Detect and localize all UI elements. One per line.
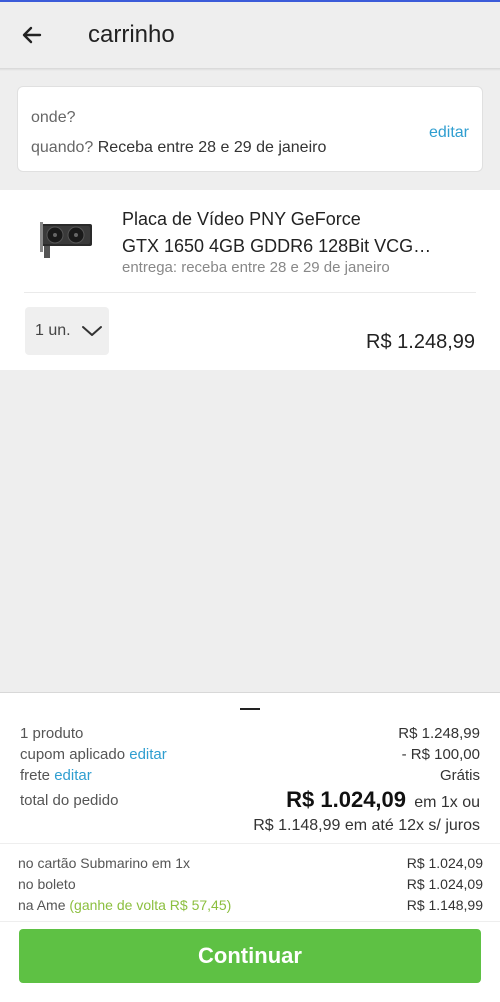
payment-option-label: no cartão Submarino em 1x [18, 855, 190, 871]
summary-coupon-label: cupom aplicado [20, 746, 126, 763]
quantity-label: 1 un. [35, 322, 71, 339]
header-shadow [0, 68, 500, 71]
page-title: carrinho [88, 21, 175, 48]
order-summary-panel: 1 produto R$ 1.248,99 cupom aplicado edi… [0, 692, 500, 1002]
product-price: R$ 1.248,99 [366, 331, 475, 353]
payment-option-row: no boleto R$ 1.024,09 [18, 876, 483, 892]
summary-products-label: 1 produto [20, 725, 84, 742]
delivery-when-label: quando? [31, 139, 94, 156]
summary-total-group: R$ 1.024,09 em 1x ou [286, 787, 480, 813]
summary-shipping-value: Grátis [439, 767, 480, 784]
payment-option-label: no boleto [18, 876, 76, 892]
quantity-dropdown[interactable]: 1 un. [25, 307, 109, 355]
delivery-when-value: Receba entre 28 e 29 de janeiro [97, 139, 327, 156]
summary-total-label: total do pedido [20, 792, 119, 809]
payment-option-value: R$ 1.148,99 [406, 897, 483, 913]
summary-divider [0, 843, 500, 844]
bottom-divider [0, 921, 500, 922]
product-name[interactable]: Placa de Vídeo PNY GeForce GTX 1650 4GB … [122, 206, 462, 260]
summary-shipping-label: frete [20, 767, 51, 784]
product-name-line1: Placa de Vídeo PNY GeForce [122, 209, 361, 229]
continue-button[interactable]: Continuar [19, 929, 481, 983]
delivery-edit-link[interactable]: editar [429, 124, 469, 142]
summary-coupon-row: cupom aplicado editar - R$ 100,00 [20, 746, 480, 763]
summary-shipping-row: frete editar Grátis [20, 767, 480, 784]
product-name-line2: GTX 1650 4GB GDDR6 128Bit VCG… [122, 236, 432, 256]
payment-option-value: R$ 1.024,09 [406, 876, 483, 892]
app-header: carrinho [0, 2, 500, 68]
installment-text: R$ 1.148,99 em até 12x s/ juros [253, 817, 480, 834]
chevron-down-icon [81, 326, 102, 336]
cart-item: Placa de Vídeo PNY GeForce GTX 1650 4GB … [0, 190, 500, 370]
payment-option-value: R$ 1.024,09 [406, 855, 483, 871]
summary-total-row: total do pedido R$ 1.024,09 em 1x ou [20, 787, 480, 812]
summary-products-value: R$ 1.248,99 [398, 725, 480, 742]
product-divider [24, 292, 476, 293]
payment-option-cashback: (ganhe de volta R$ 57,45) [69, 897, 232, 913]
drag-handle[interactable] [240, 708, 260, 710]
back-button[interactable] [4, 7, 60, 63]
coupon-edit-link[interactable]: editar [129, 746, 167, 763]
summary-total-value: R$ 1.024,09 [286, 787, 407, 812]
summary-coupon-value: - R$ 100,00 [401, 746, 480, 763]
payment-option-row: na Ame (ganhe de volta R$ 57,45) R$ 1.14… [18, 897, 483, 913]
delivery-card: onde? quando? Receba entre 28 e 29 de ja… [17, 86, 483, 172]
shipping-edit-link[interactable]: editar [54, 767, 92, 784]
arrow-left-icon [22, 26, 42, 44]
payment-option-row: no cartão Submarino em 1x R$ 1.024,09 [18, 855, 483, 871]
delivery-where-label: onde? [31, 109, 76, 126]
payment-option-label: na Ame [18, 897, 66, 913]
summary-products-row: 1 produto R$ 1.248,99 [20, 725, 480, 742]
delivery-when-row: quando? Receba entre 28 e 29 de janeiro [31, 139, 326, 157]
summary-total-suffix: em 1x ou [414, 794, 480, 811]
product-image[interactable] [38, 210, 96, 262]
product-delivery-text: entrega: receba entre 28 e 29 de janeiro [122, 259, 390, 276]
